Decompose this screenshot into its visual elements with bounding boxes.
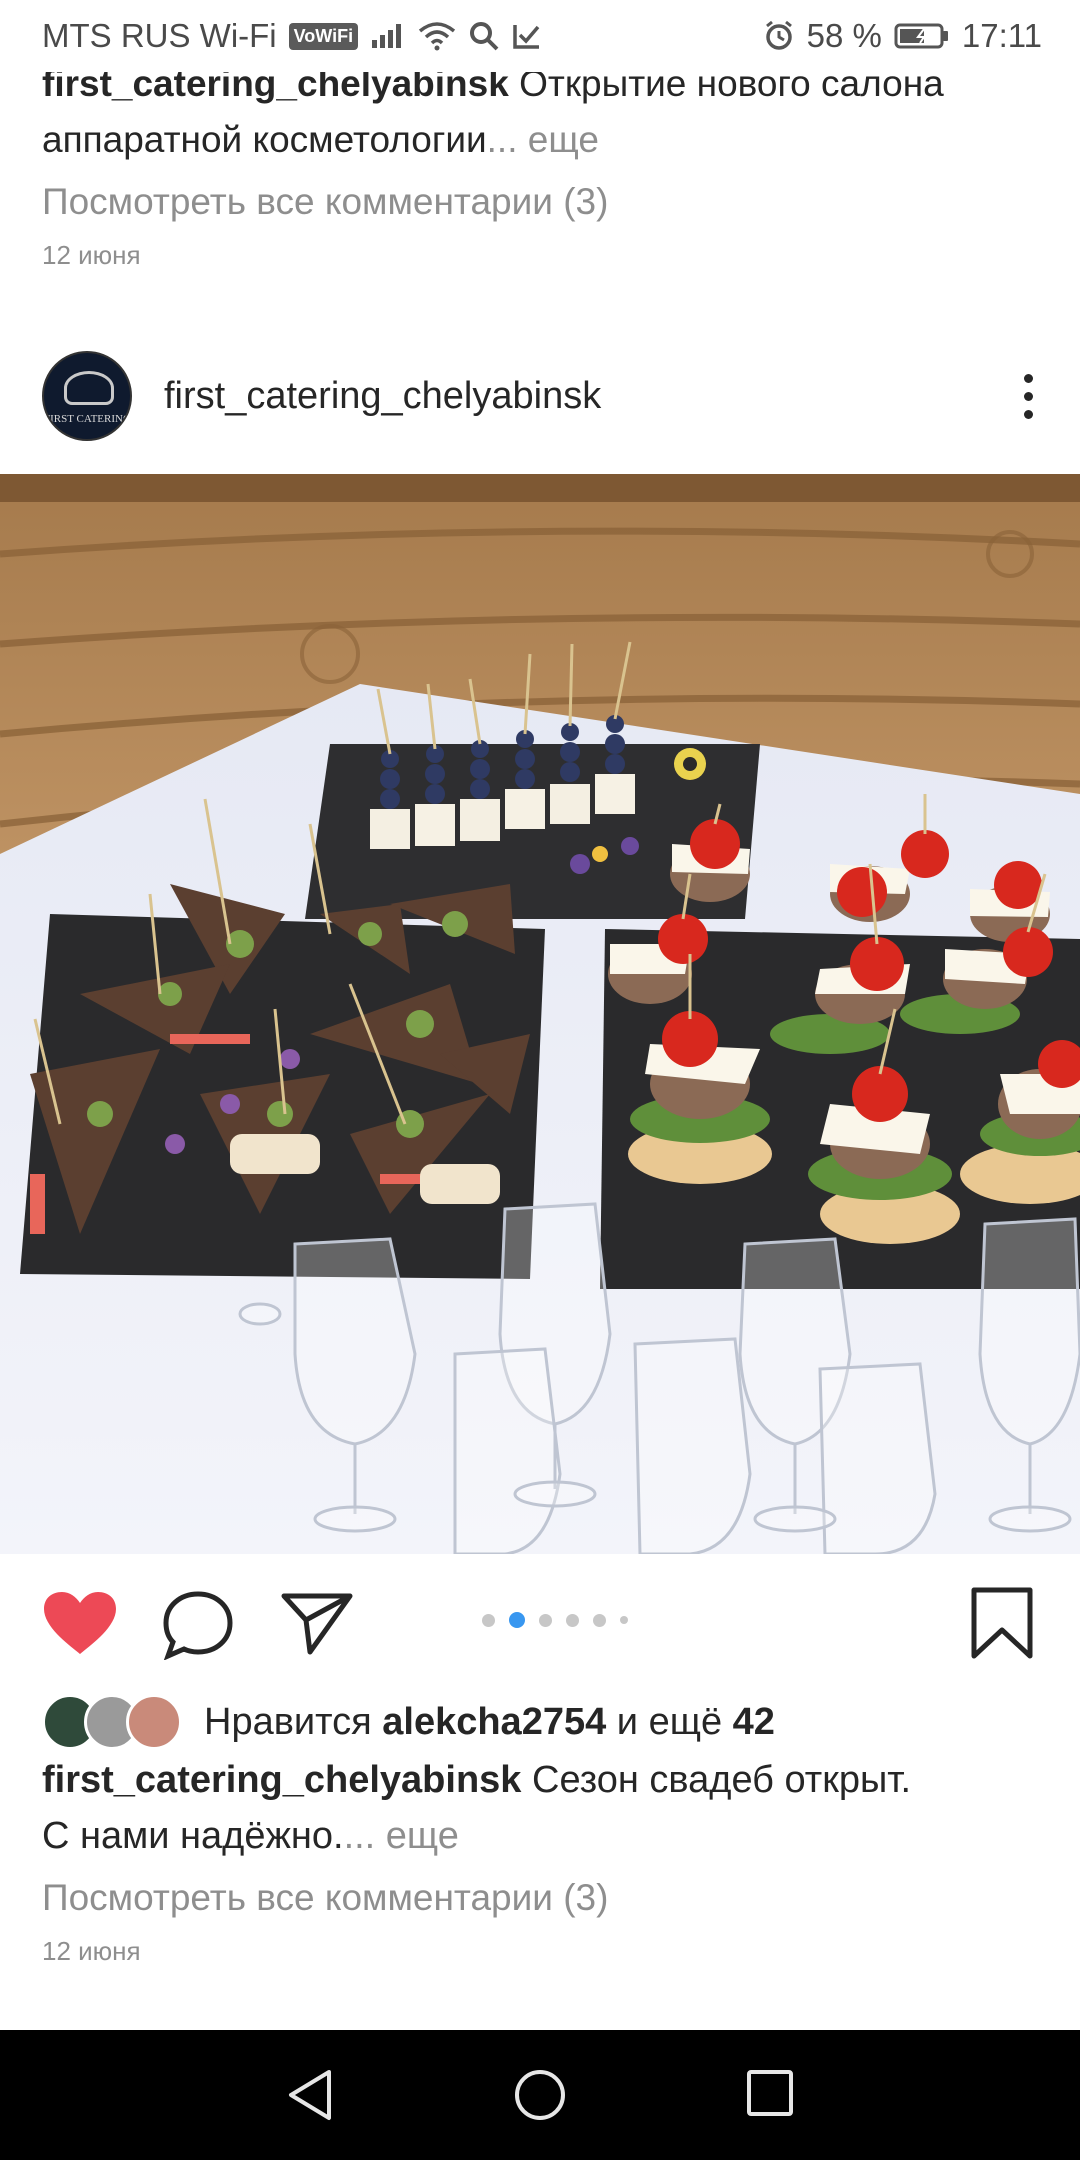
carousel-dot (482, 1613, 495, 1627)
battery-icon (894, 22, 950, 50)
post-date: 12 июня (42, 1936, 141, 1966)
post-caption-line-2: С нами надёжно.... еще (42, 1808, 1042, 1864)
likes-prefix: Нравится (204, 1700, 383, 1743)
view-comments-link[interactable]: Посмотреть все комментарии (3) (42, 174, 1038, 230)
home-icon[interactable] (513, 2068, 567, 2127)
caption-username[interactable]: first_catering_chelyabinsk (42, 1759, 521, 1801)
comment-icon[interactable] (162, 1590, 234, 1665)
crest-icon (64, 371, 114, 405)
caption-text-2: аппаратной косметологии (42, 119, 487, 160)
recents-icon[interactable] (745, 2068, 795, 2123)
alarm-icon (763, 20, 795, 52)
post-caption: first_catering_chelyabinsk Сезон свадеб … (42, 1752, 1042, 1808)
wifi-icon (418, 21, 456, 51)
post-username[interactable]: first_catering_chelyabinsk (164, 375, 601, 418)
carousel-dot (593, 1613, 606, 1627)
carousel-dot (539, 1613, 552, 1627)
likes-middle: и ещё (606, 1700, 733, 1743)
status-left: MTS RUS Wi-Fi VoWiFi (42, 17, 542, 55)
back-icon[interactable] (285, 2068, 335, 2127)
view-comments-link[interactable]: Посмотреть все комментарии (3) (42, 1870, 1042, 1926)
post-date: 12 июня (42, 240, 141, 270)
avatar-brand-text: FIRST CATERING (44, 413, 131, 425)
previous-post-footer: first_catering_chelyabinsk Открытие ново… (0, 56, 1080, 271)
carousel-indicator (482, 1612, 628, 1628)
catering-photo-illustration (0, 474, 1080, 1554)
clock: 17:11 (961, 17, 1042, 54)
search-icon (468, 20, 500, 52)
android-navigation-bar (0, 2030, 1080, 2160)
battery-percent: 58 % (806, 17, 882, 54)
caption-text-2: С нами надёжно. (42, 1815, 344, 1857)
carousel-dot (620, 1616, 628, 1624)
carousel-dot-active (509, 1612, 525, 1628)
more-options-icon[interactable] (1018, 373, 1038, 419)
previous-post-caption-line-2: аппаратной косметологии... еще (42, 112, 1038, 168)
carousel-dot (566, 1613, 579, 1627)
status-bar: MTS RUS Wi-Fi VoWiFi 58 % 17:11 (0, 0, 1080, 72)
likes-username[interactable]: alekcha2754 (382, 1701, 606, 1743)
post-photo[interactable] (0, 474, 1080, 1554)
bookmark-icon[interactable] (970, 1586, 1034, 1665)
likes-row[interactable]: Нравится alekcha2754 и ещё 42 (42, 1694, 775, 1750)
likes-text: Нравится alekcha2754 и ещё 42 (204, 1701, 775, 1744)
vowifi-badge: VoWiFi (288, 22, 359, 50)
carrier-name: MTS RUS Wi-Fi (42, 17, 277, 54)
share-icon[interactable] (280, 1590, 354, 1661)
caption-text: Сезон свадеб открыт. (521, 1759, 912, 1801)
likes-count[interactable]: 42 (733, 1701, 775, 1743)
post-caption-block: first_catering_chelyabinsk Сезон свадеб … (42, 1752, 1042, 1967)
signal-icon (370, 22, 406, 50)
more-link[interactable]: ... еще (487, 119, 599, 160)
status-right: 58 % 17:11 (763, 17, 1042, 55)
liker-avatar (126, 1694, 182, 1750)
heart-icon[interactable] (42, 1590, 118, 1661)
more-link[interactable]: ... еще (344, 1815, 459, 1857)
post-header: FIRST CATERING first_catering_chelyabins… (0, 340, 1080, 452)
avatar[interactable]: FIRST CATERING (42, 351, 132, 441)
post-action-bar (0, 1580, 1080, 1661)
download-check-icon (512, 21, 542, 51)
